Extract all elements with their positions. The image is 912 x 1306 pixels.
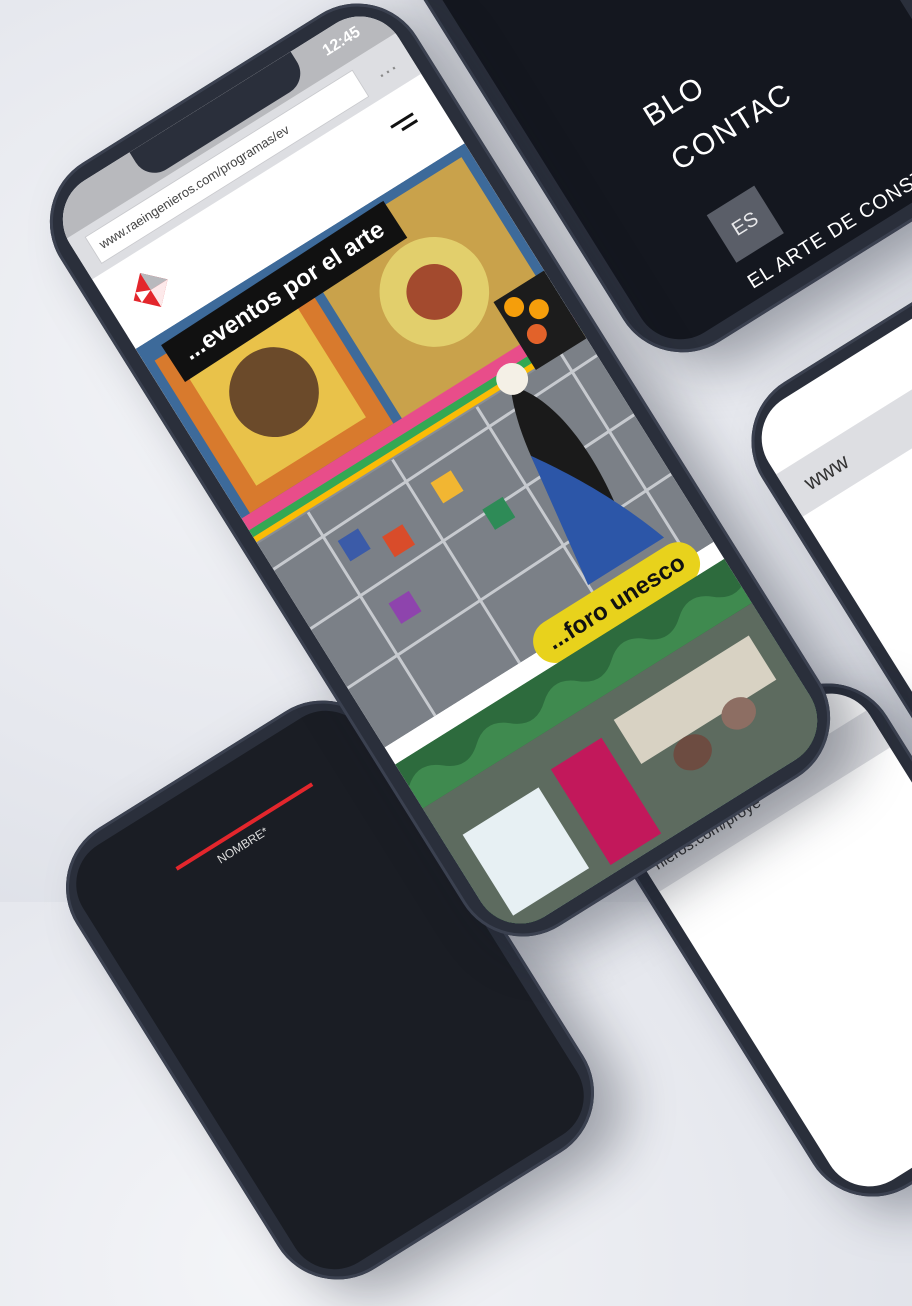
status-time: 12:45 [319, 23, 364, 60]
field-underline [175, 782, 314, 871]
name-field-label[interactable]: NOMBRE* [215, 824, 271, 866]
language-button[interactable]: ES [706, 185, 784, 263]
hamburger-menu-icon[interactable] [390, 112, 423, 143]
mockup-scene: BLO CONTAC ES EL ARTE DE CONSTR © rae in… [0, 0, 912, 1306]
url-field[interactable]: www [799, 449, 853, 496]
rae-logo-icon[interactable] [120, 260, 181, 321]
url-bar: www [776, 330, 912, 517]
menu-item-blog[interactable]: BLO [638, 70, 712, 134]
more-options-icon[interactable]: ... [369, 50, 401, 83]
